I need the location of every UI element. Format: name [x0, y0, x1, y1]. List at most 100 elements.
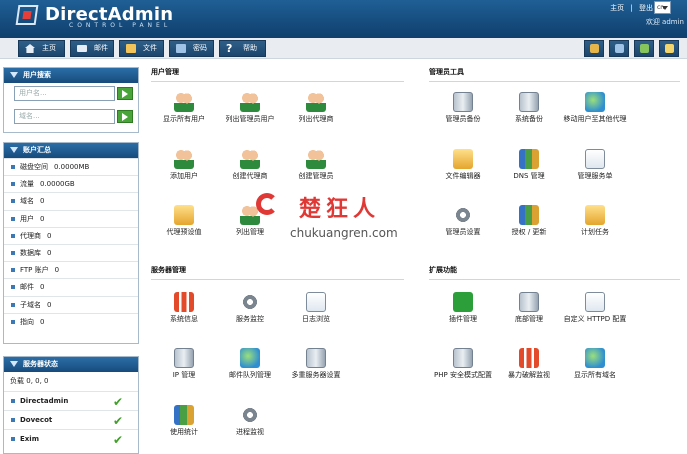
summary-row-pointers: 指向 0	[4, 312, 138, 330]
add-user-icon	[174, 149, 194, 169]
footer-manager-icon	[519, 292, 539, 312]
tile-process-monitor[interactable]: 进程监视	[211, 405, 289, 437]
tile-list-resellers[interactable]: 列出代理商	[277, 92, 355, 124]
log-viewer-icon	[306, 292, 326, 312]
tile-ticket-system[interactable]: 管理服务单	[556, 149, 634, 181]
username-search-button[interactable]	[117, 87, 133, 100]
reseller-icon	[615, 44, 624, 53]
help-icon: ?	[226, 42, 233, 55]
top-link-separator: |	[630, 4, 633, 12]
move-users-icon	[585, 92, 605, 112]
admin-backup-icon	[453, 92, 473, 112]
tile-create-admin[interactable]: 创建管理员	[277, 149, 355, 181]
watermark-chinese-text: 楚狂人	[299, 197, 381, 222]
settings-icon	[453, 205, 473, 225]
user-management-title: 用户管理	[151, 67, 404, 82]
summary-row-users: 用户 0	[4, 209, 138, 227]
extensions-title: 扩展功能	[429, 265, 680, 280]
process-monitor-icon	[240, 405, 260, 425]
folder-icon	[126, 44, 136, 53]
tile-log-viewer[interactable]: 日志浏览	[277, 292, 355, 324]
httpd-config-icon	[585, 292, 605, 312]
tile-multi-server[interactable]: 多重服务器设置	[277, 348, 355, 380]
nav-mail-button[interactable]: 邮件	[70, 40, 114, 57]
nav-note-icon-button[interactable]	[659, 40, 679, 57]
php-safe-mode-icon	[453, 348, 473, 368]
domain-search-button[interactable]	[117, 110, 133, 123]
server-status-panel: 服务器状态 负载 0, 0, 0 Directadmin ✔ Dovecot ✔ E…	[3, 356, 139, 454]
admin-icon	[640, 44, 649, 53]
system-backup-icon	[519, 92, 539, 112]
domain-search-row: 域名...	[4, 106, 138, 129]
ticket-icon	[585, 149, 605, 169]
nav-help-button[interactable]: ? 帮助	[219, 40, 266, 57]
summary-row-domains: 域名 0	[4, 192, 138, 209]
main-nav: 主页 邮件 文件 密码 ? 帮助	[0, 38, 687, 59]
summary-row-email: 邮件 0	[4, 278, 138, 295]
watermark: 楚狂人 chukuangren.com	[256, 191, 398, 251]
summary-row-disk: 磁盘空间 0.0000MB	[4, 158, 138, 175]
plugin-icon	[453, 292, 473, 312]
home-icon	[25, 44, 35, 53]
domain-search-input[interactable]: 域名...	[14, 109, 115, 124]
nav-home-button[interactable]: 主页	[18, 40, 65, 57]
user-search-panel: 用户搜索 用户名... 域名...	[3, 67, 139, 133]
server-load-row: 负载 0, 0, 0	[10, 377, 49, 385]
summary-row-bandwidth: 流量 0.0000GB	[4, 175, 138, 192]
username-search-input[interactable]: 用户名...	[14, 86, 115, 101]
nav-password-button[interactable]: 密码	[169, 40, 214, 57]
usage-stats-icon	[174, 405, 194, 425]
license-icon	[519, 205, 539, 225]
check-icon: ✔	[113, 433, 124, 447]
service-row-dovecot: Dovecot ✔	[4, 410, 138, 429]
welcome-text: 欢迎 admin	[645, 18, 684, 26]
dns-icon	[519, 149, 539, 169]
nav-reseller-icon-button[interactable]	[609, 40, 629, 57]
summary-row-ftp: FTP 账户 0	[4, 261, 138, 278]
system-info-icon	[174, 292, 194, 312]
note-icon	[665, 44, 674, 53]
summary-row-databases: 数据库 0	[4, 243, 138, 261]
top-link-logout[interactable]: 登出	[639, 4, 653, 12]
tile-show-all-domains[interactable]: 显示所有域名	[556, 348, 634, 380]
header: DirectAdmin CONTROL PANEL 主页 | 登出 cn 欢迎 …	[0, 0, 687, 38]
cron-clock-icon	[585, 205, 605, 225]
admin-users-icon	[240, 92, 260, 112]
user-search-title: 用户搜索	[4, 68, 138, 83]
service-row-exim: Exim ✔	[4, 429, 138, 448]
users-icon	[174, 92, 194, 112]
logo-mark-icon	[15, 5, 39, 25]
top-links: 主页 | 登出	[606, 3, 653, 13]
service-row-directadmin: Directadmin ✔	[4, 391, 138, 410]
password-icon	[176, 44, 186, 53]
tile-cron-jobs[interactable]: 计划任务	[556, 205, 634, 237]
summary-row-resellers: 代理商 0	[4, 226, 138, 244]
create-admin-icon	[306, 149, 326, 169]
tile-custom-httpd[interactable]: 自定义 HTTPD 配置	[556, 292, 634, 324]
tile-move-users[interactable]: 移动用户至其他代理	[556, 92, 634, 124]
admin-tools-title: 管理员工具	[429, 67, 680, 82]
users-icon	[590, 44, 599, 53]
top-link-home[interactable]: 主页	[610, 4, 624, 12]
resellers-icon	[306, 92, 326, 112]
multi-server-icon	[306, 348, 326, 368]
brute-force-icon	[519, 348, 539, 368]
service-monitor-icon	[240, 292, 260, 312]
watermark-url: chukuangren.com	[290, 226, 398, 240]
nav-users-icon-button[interactable]	[584, 40, 604, 57]
user-search-row: 用户名...	[4, 83, 138, 106]
watermark-logo-icon	[256, 193, 278, 215]
language-select[interactable]: cn	[654, 1, 671, 14]
account-summary-title: 账户汇总	[4, 143, 138, 158]
summary-row-subdomains: 子域名 0	[4, 295, 138, 313]
mail-icon	[77, 45, 87, 52]
logo-subtitle: CONTROL PANEL	[69, 22, 172, 29]
domains-globe-icon	[585, 348, 605, 368]
package-box-icon	[174, 205, 194, 225]
nav-files-button[interactable]: 文件	[119, 40, 164, 57]
account-summary-panel: 账户汇总 磁盘空间 0.0000MB 流量 0.0000GB 域名 0 用户 0 代理商…	[3, 142, 139, 344]
server-status-title: 服务器状态	[4, 357, 138, 372]
nav-admin-icon-button[interactable]	[634, 40, 654, 57]
directadmin-logo[interactable]: DirectAdmin CONTROL PANEL	[15, 3, 177, 34]
create-reseller-icon	[240, 149, 260, 169]
